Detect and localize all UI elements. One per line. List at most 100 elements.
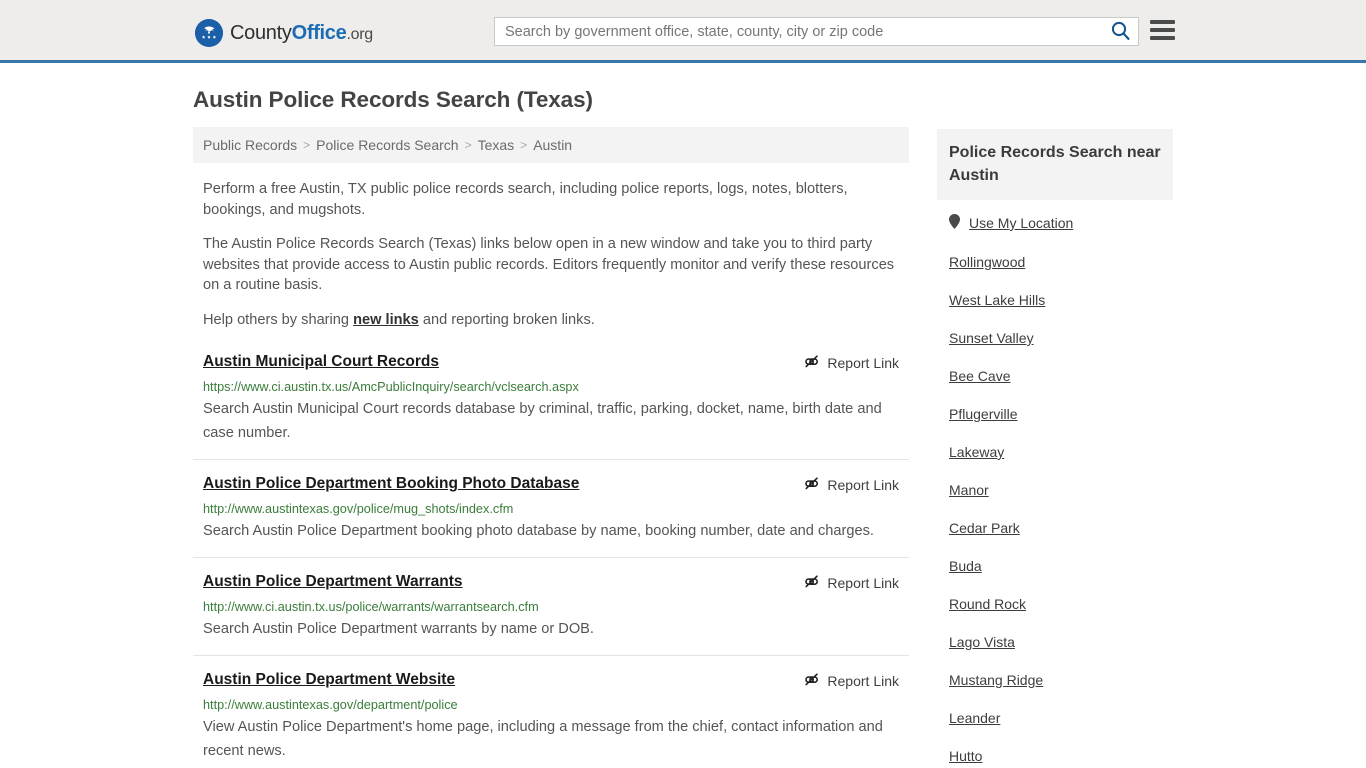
breadcrumb-item-texas[interactable]: Texas xyxy=(478,137,515,153)
intro-paragraph-1: Perform a free Austin, TX public police … xyxy=(203,181,848,218)
list-item: Mustang Ridge xyxy=(949,672,1173,688)
sidebar-item-use-my-location[interactable]: Use My Location xyxy=(969,215,1073,231)
report-link-button[interactable]: Report Link xyxy=(803,572,899,593)
list-item: Pflugerville xyxy=(949,406,1173,422)
page-body: Austin Police Records Search (Texas) Pub… xyxy=(0,87,1366,768)
result-item: Austin Police Department Warrants Report… xyxy=(193,572,909,656)
result-title-link[interactable]: Austin Police Department Website xyxy=(203,670,455,690)
page-title: Austin Police Records Search (Texas) xyxy=(193,87,593,112)
brand-county: County xyxy=(230,22,292,44)
report-link-label: Report Link xyxy=(827,355,899,371)
sidebar-item-pflugerville[interactable]: Pflugerville xyxy=(949,406,1017,422)
search-bar[interactable] xyxy=(494,17,1139,46)
report-link-label: Report Link xyxy=(827,575,899,591)
result-item: Austin Police Department Booking Photo D… xyxy=(193,474,909,558)
sidebar-item-lakeway[interactable]: Lakeway xyxy=(949,444,1004,460)
new-links-link[interactable]: new links xyxy=(353,312,419,328)
sidebar-title: Police Records Search near Austin xyxy=(937,129,1173,200)
list-item: Bee Cave xyxy=(949,368,1173,384)
result-url: http://www.austintexas.gov/department/po… xyxy=(203,698,458,712)
list-item: Hutto xyxy=(949,748,1173,764)
sidebar-item-round-rock[interactable]: Round Rock xyxy=(949,596,1026,612)
intro-paragraph-3: Help others by sharing new links and rep… xyxy=(193,310,909,331)
result-title-link[interactable]: Austin Municipal Court Records xyxy=(203,352,439,372)
list-item: Rollingwood xyxy=(949,254,1173,270)
result-header: Austin Police Department Website Report … xyxy=(203,670,899,691)
result-title-link[interactable]: Austin Police Department Booking Photo D… xyxy=(203,474,579,494)
result-description: Search Austin Police Department booking … xyxy=(203,523,874,539)
result-item: Austin Municipal Court Records Report Li… xyxy=(193,352,909,460)
sidebar-item-bee-cave[interactable]: Bee Cave xyxy=(949,368,1010,384)
site-logo[interactable]: CountyOffice.org xyxy=(195,19,373,47)
result-url: https://www.ci.austin.tx.us/AmcPublicInq… xyxy=(203,380,579,394)
sidebar-item-leander[interactable]: Leander xyxy=(949,710,1000,726)
result-item: Austin Police Department Website Report … xyxy=(193,670,909,768)
header-inner: CountyOffice.org xyxy=(0,0,1366,60)
sidebar-item-west-lake-hills[interactable]: West Lake Hills xyxy=(949,292,1045,308)
sidebar-nearby-list: Use My Location Rollingwood West Lake Hi… xyxy=(937,200,1173,768)
sidebar-item-mustang-ridge[interactable]: Mustang Ridge xyxy=(949,672,1043,688)
intro-p3-after: and reporting broken links. xyxy=(418,311,595,328)
result-description: View Austin Police Department's home pag… xyxy=(203,719,883,759)
report-link-button[interactable]: Report Link xyxy=(803,474,899,495)
sidebar-item-rollingwood[interactable]: Rollingwood xyxy=(949,254,1025,270)
list-item: Round Rock xyxy=(949,596,1173,612)
broken-link-icon xyxy=(803,353,820,373)
hamburger-bar-1 xyxy=(1150,20,1175,24)
site-header: CountyOffice.org xyxy=(0,0,1366,63)
report-link-label: Report Link xyxy=(827,673,899,689)
intro-text: Perform a free Austin, TX public police … xyxy=(193,179,909,330)
list-item: Cedar Park xyxy=(949,520,1173,536)
result-description: Search Austin Municipal Court records da… xyxy=(203,401,882,441)
broken-link-icon xyxy=(803,475,820,495)
list-item: Manor xyxy=(949,482,1173,498)
search-icon xyxy=(1111,21,1130,43)
intro-paragraph-2: The Austin Police Records Search (Texas)… xyxy=(203,236,895,293)
list-item: West Lake Hills xyxy=(949,292,1173,308)
sidebar: Police Records Search near Austin Use My… xyxy=(937,127,1173,768)
sidebar-item-manor[interactable]: Manor xyxy=(949,482,989,498)
list-item: Lakeway xyxy=(949,444,1173,460)
breadcrumb-separator: > xyxy=(520,138,528,152)
main-column: Public Records > Police Records Search >… xyxy=(193,127,909,768)
breadcrumb: Public Records > Police Records Search >… xyxy=(193,127,909,163)
breadcrumb-separator: > xyxy=(464,138,472,152)
list-item: Use My Location xyxy=(949,214,1173,232)
report-link-label: Report Link xyxy=(827,477,899,493)
list-item: Sunset Valley xyxy=(949,330,1173,346)
sidebar-item-sunset-valley[interactable]: Sunset Valley xyxy=(949,330,1034,346)
sidebar-item-lago-vista[interactable]: Lago Vista xyxy=(949,634,1015,650)
list-item: Buda xyxy=(949,558,1173,574)
hamburger-menu-icon[interactable] xyxy=(1150,19,1175,41)
breadcrumb-separator: > xyxy=(303,138,311,152)
sidebar-item-hutto[interactable]: Hutto xyxy=(949,748,982,764)
map-pin-icon xyxy=(949,214,960,232)
result-header: Austin Police Department Booking Photo D… xyxy=(203,474,899,495)
eagle-seal-icon xyxy=(195,19,223,47)
result-header: Austin Municipal Court Records Report Li… xyxy=(203,352,899,373)
sidebar-item-buda[interactable]: Buda xyxy=(949,558,982,574)
report-link-button[interactable]: Report Link xyxy=(803,352,899,373)
brand-office: Office xyxy=(291,22,347,44)
result-header: Austin Police Department Warrants Report… xyxy=(203,572,899,593)
breadcrumb-item-austin[interactable]: Austin xyxy=(533,137,572,153)
hamburger-bar-2 xyxy=(1150,28,1175,32)
hamburger-bar-3 xyxy=(1150,36,1175,40)
result-url: http://www.ci.austin.tx.us/police/warran… xyxy=(203,600,539,614)
result-url: http://www.austintexas.gov/police/mug_sh… xyxy=(203,502,514,516)
broken-link-icon xyxy=(803,573,820,593)
broken-link-icon xyxy=(803,671,820,691)
breadcrumb-item-police-records-search[interactable]: Police Records Search xyxy=(316,137,458,153)
content-container: Public Records > Police Records Search >… xyxy=(193,127,1173,768)
brand-tld: .org xyxy=(346,26,373,43)
intro-p3-before: Help others by sharing xyxy=(203,311,354,328)
list-item: Leander xyxy=(949,710,1173,726)
search-button[interactable] xyxy=(1102,18,1138,45)
brand-wordmark: CountyOffice.org xyxy=(230,23,373,43)
report-link-button[interactable]: Report Link xyxy=(803,670,899,691)
list-item: Lago Vista xyxy=(949,634,1173,650)
sidebar-item-cedar-park[interactable]: Cedar Park xyxy=(949,520,1020,536)
search-input[interactable] xyxy=(495,18,1102,45)
result-title-link[interactable]: Austin Police Department Warrants xyxy=(203,572,463,592)
breadcrumb-item-public-records[interactable]: Public Records xyxy=(203,137,297,153)
